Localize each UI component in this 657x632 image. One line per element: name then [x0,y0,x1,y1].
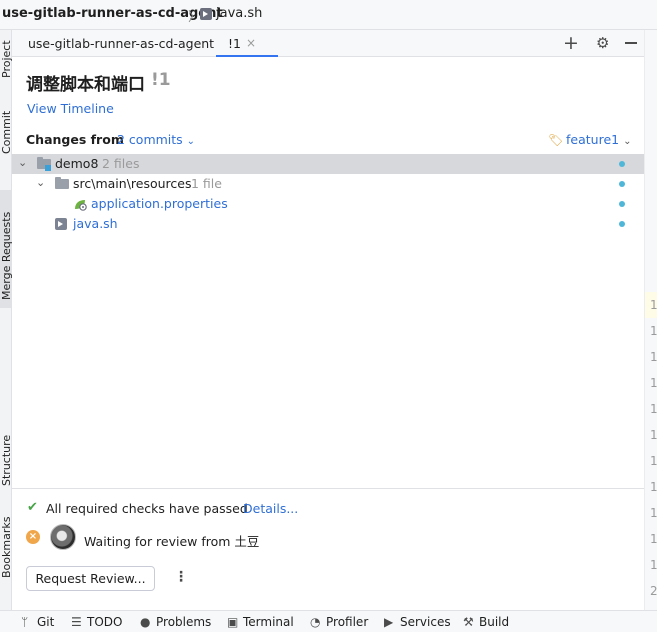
module-badge-icon [45,165,51,171]
tree-row-file[interactable]: java.sh [12,214,644,234]
tree-row-module[interactable]: ⌄ demo8 2 files [12,154,644,174]
tree-row-file[interactable]: application.properties [12,194,644,214]
details-link[interactable]: Details... [243,501,298,516]
tool-button-label: Profiler [326,615,369,629]
merge-request-number: !1 [151,70,171,90]
modified-dot-icon [619,221,625,227]
spring-properties-icon [75,200,87,211]
tab-merge-request-1[interactable]: !1 × [216,30,278,57]
tool-button-profiler[interactable]: ◔ Profiler [310,615,368,629]
todo-list-icon: ☰ [71,615,82,629]
tool-window-tab-row: use-gitlab-runner-as-cd-agent !1 × + ⚙ [12,30,644,57]
tool-button-services[interactable]: ▶ Services [384,615,451,629]
tree-node-label: application.properties [91,196,228,211]
tab-label: !1 [228,36,241,51]
chevron-down-icon: ⌄ [186,136,196,147]
profiler-icon: ◔ [310,615,321,629]
tree-row-folder[interactable]: ⌄ src\main\resources 1 file [12,174,644,194]
breadcrumb-file[interactable]: java.sh [216,6,262,21]
line-number: 1 [650,402,657,416]
tool-tab-merge-requests[interactable]: Merge Requests [0,190,13,308]
modified-dot-icon [619,201,625,207]
line-number: 2 [650,584,657,598]
line-number: 1 [650,480,657,494]
tool-tab-structure[interactable]: Structure [0,430,13,490]
view-timeline-link[interactable]: View Timeline [27,101,114,116]
tool-button-git[interactable]: ᛘ Git [21,615,54,629]
tree-node-label: src\main\resources [73,176,192,191]
commits-label: 2 commits [117,132,183,147]
line-number: 1 [650,532,657,546]
tree-node-label: demo8 [55,156,99,171]
line-number: 1 [650,454,657,468]
tree-node-label: java.sh [73,216,118,231]
pending-icon: × [26,530,40,544]
divider [12,488,644,489]
tool-button-terminal[interactable]: ▣ Terminal [227,615,294,629]
line-number: 1 [650,428,657,442]
build-hammer-icon: ⚒ [463,615,474,629]
branch-dropdown[interactable]: feature1 ⌄ [566,132,631,147]
commits-dropdown[interactable]: 2 commits ⌄ [117,132,195,147]
more-options-icon[interactable]: ⋮ [174,569,188,585]
gear-icon[interactable]: ⚙ [596,34,609,52]
navigation-bar: use-gitlab-runner-as-cd-agent 〉 java.sh [0,0,657,30]
request-review-button[interactable]: Request Review... [26,566,155,591]
modified-dot-icon [619,181,625,187]
merge-request-title: 调整脚本和端口 [26,75,145,95]
tool-button-label: Build [479,615,510,629]
branch-label: feature1 [566,132,620,147]
tool-tab-bookmarks[interactable]: Bookmarks [0,517,13,582]
chevron-down-icon[interactable]: ⌄ [18,156,27,169]
changes-from-label: Changes from [26,132,124,147]
chevron-down-icon: ⌄ [623,136,632,147]
modified-dot-icon [619,161,625,167]
line-number: 1 [650,298,657,312]
line-number: 1 [650,376,657,390]
minimize-icon[interactable] [624,34,638,50]
tool-button-label: TODO [87,615,123,629]
add-tab-icon[interactable]: + [563,32,579,54]
tree-node-count: 1 file [191,176,222,191]
git-branch-icon: ᛘ [21,615,29,629]
editor-gutter: 1 1 1 1 1 1 1 1 1 1 1 2 2 [644,30,657,624]
check-icon: ✔ [27,500,38,515]
tool-button-todo[interactable]: ☰ TODO [71,615,122,629]
avatar [50,524,76,550]
tool-button-problems[interactable]: ● Problems [140,615,211,629]
services-icon: ▶ [384,615,394,629]
tag-icon: 🏷 [548,133,564,147]
tool-tab-commit[interactable]: Commit [0,100,13,160]
tool-button-label: Git [37,615,55,629]
line-number: 1 [650,506,657,520]
review-status: Waiting for review from 土豆 [84,534,260,549]
tool-tab-project[interactable]: Project [0,30,13,92]
shell-file-icon [200,8,212,20]
folder-icon [55,177,69,189]
problems-icon: ● [140,615,151,629]
shell-file-icon [55,218,67,230]
tab-project-merge-requests[interactable]: use-gitlab-runner-as-cd-agent [28,36,214,51]
chevron-down-icon[interactable]: ⌄ [36,176,45,189]
line-number: 1 [650,324,657,338]
tool-button-label: Problems [156,615,212,629]
left-tool-strip: Project Commit Merge Requests Structure … [0,30,13,610]
line-number: 1 [650,558,657,572]
terminal-icon: ▣ [227,615,239,629]
close-icon[interactable]: × [246,36,256,50]
line-number: 1 [650,350,657,364]
tool-button-label: Terminal [243,615,294,629]
tool-button-label: Services [400,615,451,629]
tool-button-build[interactable]: ⚒ Build [463,615,509,629]
tree-node-count: 2 files [102,156,140,171]
checks-status: All required checks have passed [46,501,248,516]
tool-window-bar: ᛘ Git ☰ TODO ● Problems ▣ Terminal ◔ Profiler… [0,610,657,632]
